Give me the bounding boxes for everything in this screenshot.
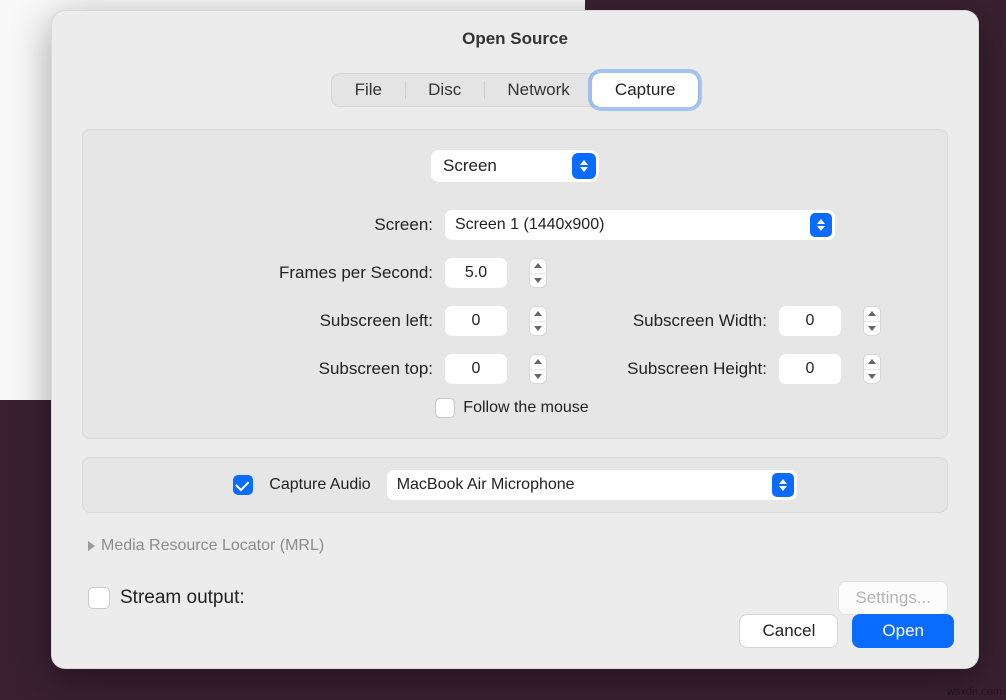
source-tabbar: File Disc Network Capture <box>331 73 699 107</box>
window-title: Open Source <box>52 29 978 49</box>
screen-label: Screen: <box>107 215 437 235</box>
subscreen-left-stepper[interactable] <box>529 306 547 336</box>
tab-file[interactable]: File <box>332 74 405 106</box>
audio-device-value: MacBook Air Microphone <box>397 476 575 494</box>
fps-label: Frames per Second: <box>107 263 437 283</box>
capture-mode-value: Screen <box>443 156 497 176</box>
subscreen-height-stepper[interactable] <box>863 354 881 384</box>
capture-audio-label: Capture Audio <box>269 476 370 494</box>
stream-settings-button: Settings... <box>838 581 948 615</box>
subscreen-left-field[interactable]: 0 <box>445 306 507 336</box>
open-source-sheet: Open Source File Disc Network Capture Sc… <box>51 10 979 669</box>
stream-output-row: Stream output: Settings... <box>88 581 948 615</box>
subscreen-left-label: Subscreen left: <box>107 311 437 331</box>
cancel-button[interactable]: Cancel <box>739 614 838 648</box>
sheet-footer: Cancel Open <box>739 614 954 648</box>
mrl-disclosure[interactable]: Media Resource Locator (MRL) <box>88 537 948 555</box>
subscreen-top-field[interactable]: 0 <box>445 354 507 384</box>
screen-value: Screen 1 (1440x900) <box>455 216 604 234</box>
capture-audio-checkbox[interactable] <box>233 475 253 495</box>
capture-audio-panel: Capture Audio MacBook Air Microphone <box>82 457 948 513</box>
stream-output-label: Stream output: <box>120 587 245 609</box>
open-button[interactable]: Open <box>852 614 954 648</box>
dropdown-caps-icon <box>810 213 832 237</box>
dropdown-caps-icon <box>572 153 596 179</box>
fps-field[interactable]: 5.0 <box>445 258 507 288</box>
follow-mouse-label: Follow the mouse <box>463 399 588 417</box>
capture-options-grid: Screen: Screen 1 (1440x900) Frames per S… <box>107 210 923 418</box>
audio-device-select[interactable]: MacBook Air Microphone <box>387 470 797 500</box>
mrl-label: Media Resource Locator (MRL) <box>101 537 324 555</box>
stream-output-checkbox[interactable] <box>88 587 110 609</box>
follow-mouse-checkbox[interactable] <box>435 398 455 418</box>
subscreen-height-label: Subscreen Height: <box>591 359 771 379</box>
subscreen-width-stepper[interactable] <box>863 306 881 336</box>
subscreen-width-field[interactable]: 0 <box>779 306 841 336</box>
subscreen-width-label: Subscreen Width: <box>591 311 771 331</box>
subscreen-top-stepper[interactable] <box>529 354 547 384</box>
watermark-text: wsxdn.com <box>947 686 1002 698</box>
fps-stepper[interactable] <box>529 258 547 288</box>
tab-disc[interactable]: Disc <box>406 74 484 106</box>
capture-mode-select[interactable]: Screen <box>431 150 599 182</box>
chevron-right-icon <box>88 541 95 551</box>
screen-select[interactable]: Screen 1 (1440x900) <box>445 210 835 240</box>
subscreen-top-label: Subscreen top: <box>107 359 437 379</box>
tab-capture[interactable]: Capture <box>592 73 698 107</box>
tab-network[interactable]: Network <box>485 74 593 106</box>
subscreen-height-field[interactable]: 0 <box>779 354 841 384</box>
capture-panel: Screen Screen: Screen 1 (1440x900) Frame… <box>82 129 948 439</box>
dropdown-caps-icon <box>772 473 794 497</box>
